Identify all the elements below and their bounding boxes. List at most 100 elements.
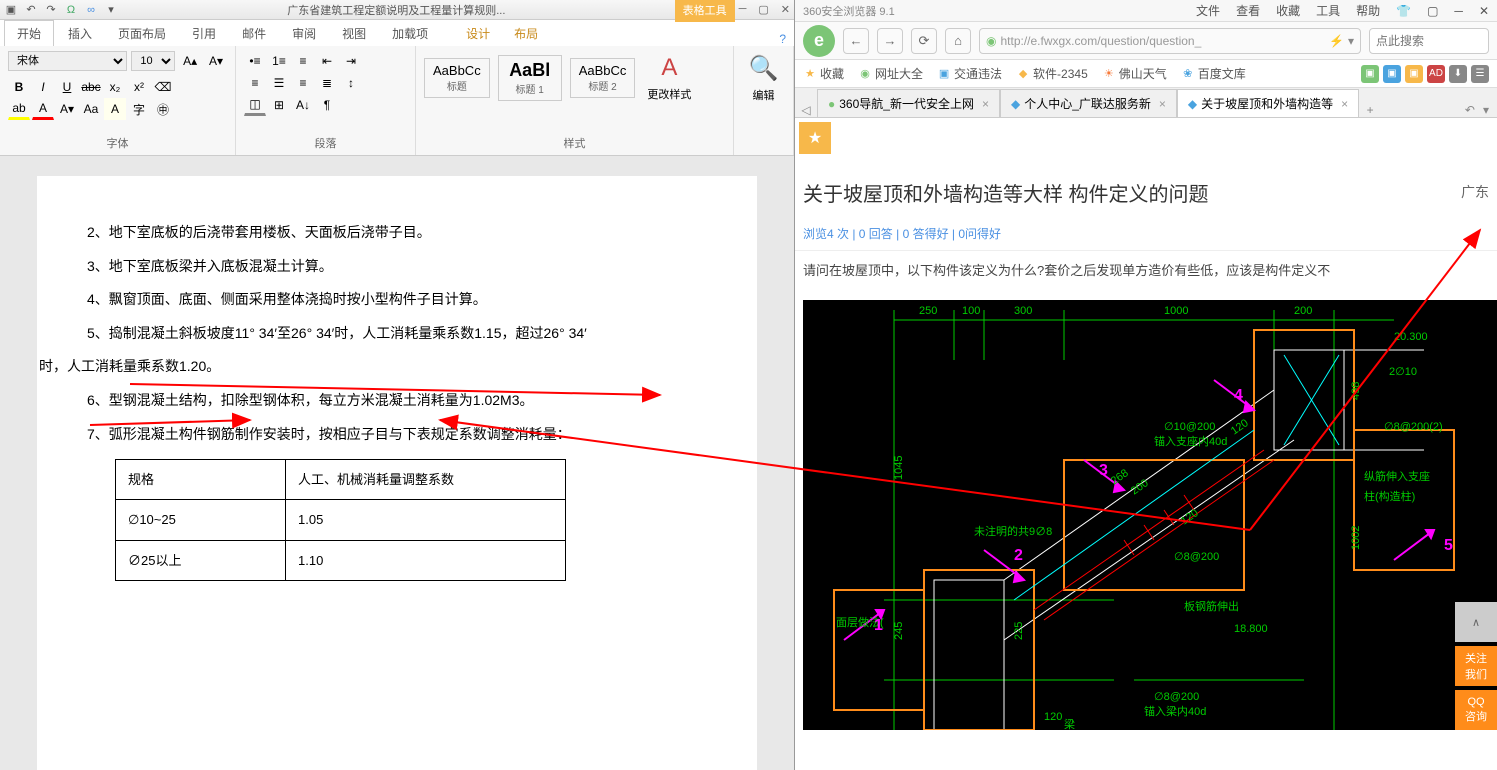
browser-tab[interactable]: ◆个人中心_广联达服务新× [1000,89,1177,117]
ext-icon[interactable]: ▣ [1361,65,1379,83]
outdent-button[interactable]: ⇤ [316,50,338,72]
shading-button[interactable]: ◫ [244,94,266,116]
tab-mail[interactable]: 邮件 [230,21,278,46]
tab-design[interactable]: 设计 [454,21,502,46]
style-item[interactable]: AaBbCc标题 2 [570,58,636,98]
ext-icon[interactable]: ☰ [1471,65,1489,83]
maximize-icon[interactable]: ▢ [758,3,768,16]
ext-icon[interactable]: AD [1427,65,1445,83]
enclose-button[interactable]: Aa [80,98,102,120]
close-icon[interactable]: ✕ [781,3,790,16]
tab-insert[interactable]: 插入 [56,21,104,46]
multilevel-button[interactable]: ≡ [292,50,314,72]
ext-icon[interactable]: ▣ [1383,65,1401,83]
underline-button[interactable]: U [56,76,78,98]
browser-tab[interactable]: ◆关于坡屋顶和外墙构造等× [1177,89,1359,117]
undo-tab-icon[interactable]: ↶ [1465,103,1475,117]
home-button[interactable]: ⌂ [945,28,971,54]
menu-skin-icon[interactable]: 👕 [1396,4,1411,18]
borders-button[interactable]: ⊞ [268,94,290,116]
qq-consult-button[interactable]: QQ 咨询 [1455,690,1497,730]
bookmark-item[interactable]: ☀佛山天气 [1102,65,1167,82]
page-content[interactable]: 关于坡屋顶和外墙构造等大样 构件定义的问题 广东 浏览4 次 | 0 回答 | … [795,158,1497,770]
strikethrough-button[interactable]: abc [80,76,102,98]
minimize-icon[interactable]: ─ [739,3,747,16]
reload-button[interactable]: ⟳ [911,28,937,54]
show-marks-button[interactable]: ¶ [316,94,338,116]
menu-file[interactable]: 文件 [1196,2,1220,19]
font-name-select[interactable]: 宋体 [8,51,127,71]
browser-tab[interactable]: ●360导航_新一代安全上网× [817,89,1000,117]
align-right-button[interactable]: ≡ [292,72,314,94]
clear-format-button[interactable]: ⌫ [152,76,174,98]
grow-font-icon[interactable]: A▴ [179,50,201,72]
font-color-button[interactable]: A [32,98,54,120]
back-button[interactable]: ← [843,28,869,54]
tab-home[interactable]: 开始 [4,20,54,46]
italic-button[interactable]: I [32,76,54,98]
menu-help[interactable]: 帮助 [1356,2,1380,19]
bookmark-item[interactable]: ❀百度文库 [1181,65,1246,82]
tab-tablelayout[interactable]: 布局 [502,21,550,46]
ext-icon[interactable]: ⬇ [1449,65,1467,83]
highlight-button[interactable]: ab [8,98,30,120]
tab-prev-button[interactable]: ◁ [795,103,817,117]
scroll-top-button[interactable]: ∧ [1455,602,1497,642]
bold-button[interactable]: B [8,76,30,98]
char-shading-button[interactable]: A▾ [56,98,78,120]
tab-references[interactable]: 引用 [180,21,228,46]
tab-layout[interactable]: 页面布局 [106,21,178,46]
undo-icon[interactable]: ↶ [24,3,38,17]
tab-view[interactable]: 视图 [330,21,378,46]
change-styles-button[interactable]: A 更改样式 [643,50,695,106]
forward-button[interactable]: → [877,28,903,54]
help-icon[interactable]: ? [779,32,786,46]
bullets-button[interactable]: •≡ [244,50,266,72]
subscript-button[interactable]: x₂ [104,76,126,98]
style-item[interactable]: AaBbCc标题 [424,58,490,98]
bookmark-item[interactable]: ▣交通违法 [937,65,1002,82]
url-bar[interactable]: ◉ http://e.fwxgx.com/question/question_ … [979,28,1361,54]
document-area[interactable]: 2、地下室底板的后浇带套用楼板、天面板后浇带子目。 3、地下室底板梁并入底板混凝… [0,156,794,770]
font-size-select[interactable]: 10 [131,51,175,71]
menu-favorites[interactable]: 收藏 [1276,2,1300,19]
url-dropdown-icon[interactable]: ▾ [1348,34,1354,48]
tab-review[interactable]: 审阅 [280,21,328,46]
omega-icon[interactable]: Ω [64,3,78,17]
superscript-button[interactable]: x² [128,76,150,98]
bookmark-item[interactable]: ◉网址大全 [858,65,923,82]
bookmark-item[interactable]: ★收藏 [803,65,844,82]
tab-close-icon[interactable]: × [1159,97,1166,111]
shrink-font-icon[interactable]: A▾ [205,50,227,72]
sort-button[interactable]: A↓ [292,94,314,116]
infinity-icon[interactable]: ∞ [84,3,98,17]
menu-min-icon[interactable]: ─ [1454,4,1463,18]
menu-settings-icon[interactable]: ▢ [1427,4,1438,18]
follow-us-button[interactable]: 关注 我们 [1455,646,1497,686]
tab-addins[interactable]: 加载项 [380,21,440,46]
new-tab-button[interactable]: + [1359,103,1381,117]
phonetic-button[interactable]: 字 [128,98,150,120]
tab-close-icon[interactable]: × [1341,97,1348,111]
favorite-star-button[interactable]: ★ [799,122,831,154]
ext-icon[interactable]: ▣ [1405,65,1423,83]
indent-button[interactable]: ⇥ [340,50,362,72]
align-left-button[interactable]: ≡ [244,72,266,94]
editing-button[interactable]: 🔍 编辑 [742,50,785,107]
align-center-button[interactable]: ☰ [268,72,290,94]
char-border-button[interactable]: A [104,98,126,120]
lightning-icon[interactable]: ⚡ [1329,34,1344,48]
browser-logo-icon[interactable]: e [803,25,835,57]
qat-dropdown-icon[interactable]: ▾ [104,3,118,17]
menu-view[interactable]: 查看 [1236,2,1260,19]
justify-button[interactable]: ≣ [316,72,338,94]
search-input[interactable] [1369,28,1489,54]
menu-tools[interactable]: 工具 [1316,2,1340,19]
tab-menu-icon[interactable]: ▾ [1483,103,1489,117]
menu-max-icon[interactable]: ✕ [1479,4,1489,18]
tab-close-icon[interactable]: × [982,97,989,111]
numbering-button[interactable]: 1≡ [268,50,290,72]
bookmark-item[interactable]: ◆软件-2345 [1016,65,1088,82]
line-spacing-button[interactable]: ↕ [340,72,362,94]
style-item[interactable]: AaBl标题 1 [498,55,562,101]
